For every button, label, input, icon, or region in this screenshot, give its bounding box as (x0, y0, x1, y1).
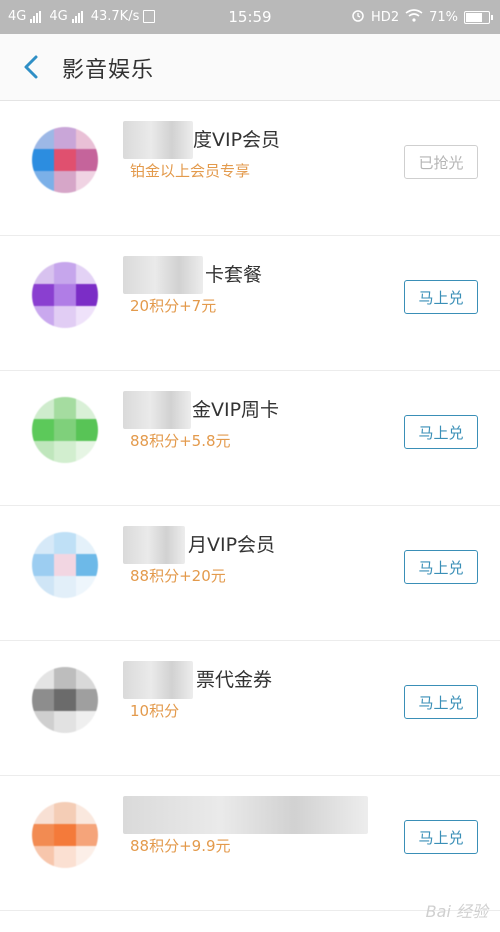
battery-percent: 71% (429, 9, 458, 25)
reward-list: 度VIP会员 铂金以上会员专享 已抢光 卡套餐 20积分+7元 马上兑 金VIP… (0, 101, 500, 911)
blurred-name (123, 796, 368, 834)
page-title: 影音娱乐 (62, 58, 155, 83)
redeem-button[interactable]: 马上兑 (404, 415, 478, 449)
list-item[interactable]: 月VIP会员 88积分+20元 马上兑 (0, 506, 500, 641)
item-name: 票代金券 (196, 669, 273, 691)
list-item[interactable]: 度VIP会员 铂金以上会员专享 已抢光 (0, 101, 500, 236)
item-price: 铂金以上会员专享 (130, 162, 251, 180)
sold-out-button[interactable]: 已抢光 (404, 145, 478, 179)
item-price: 88积分+20元 (130, 567, 226, 585)
item-price: 88积分+9.9元 (130, 837, 231, 855)
product-thumbnail (32, 802, 98, 868)
blurred-name (123, 256, 203, 294)
status-bar: 4G 4G 43.7K/s 15:59 HD2 71% (0, 0, 500, 34)
blurred-name (123, 391, 191, 429)
redeem-button[interactable]: 马上兑 (404, 820, 478, 854)
list-item[interactable]: 票代金券 10积分 马上兑 (0, 641, 500, 776)
item-price: 10积分 (130, 702, 180, 720)
redeem-button[interactable]: 马上兑 (404, 685, 478, 719)
back-button[interactable] (20, 54, 44, 80)
blurred-name (123, 526, 185, 564)
status-right: HD2 71% (351, 8, 493, 26)
item-name: 月VIP会员 (188, 534, 276, 556)
item-price: 88积分+5.8元 (130, 432, 231, 450)
watermark: Bai 经验 (425, 902, 488, 921)
list-item[interactable]: 88积分+9.9元 马上兑 (0, 776, 500, 911)
product-thumbnail (32, 532, 98, 598)
product-thumbnail (32, 127, 98, 193)
redeem-button[interactable]: 马上兑 (404, 550, 478, 584)
product-thumbnail (32, 397, 98, 463)
alarm-icon (351, 8, 365, 26)
item-price: 20积分+7元 (130, 297, 217, 315)
header: 影音娱乐 (0, 34, 500, 101)
item-name: 金VIP周卡 (192, 399, 280, 421)
item-name: 度VIP会员 (193, 129, 281, 151)
list-item[interactable]: 金VIP周卡 88积分+5.8元 马上兑 (0, 371, 500, 506)
product-thumbnail (32, 262, 98, 328)
wifi-icon (405, 8, 423, 26)
item-name: 卡套餐 (205, 264, 263, 286)
list-item[interactable]: 卡套餐 20积分+7元 马上兑 (0, 236, 500, 371)
chevron-left-icon (24, 55, 38, 79)
hd-label: HD2 (371, 9, 400, 25)
blurred-name (123, 121, 193, 159)
battery-icon (464, 10, 493, 24)
product-thumbnail (32, 667, 98, 733)
blurred-name (123, 661, 193, 699)
redeem-button[interactable]: 马上兑 (404, 280, 478, 314)
